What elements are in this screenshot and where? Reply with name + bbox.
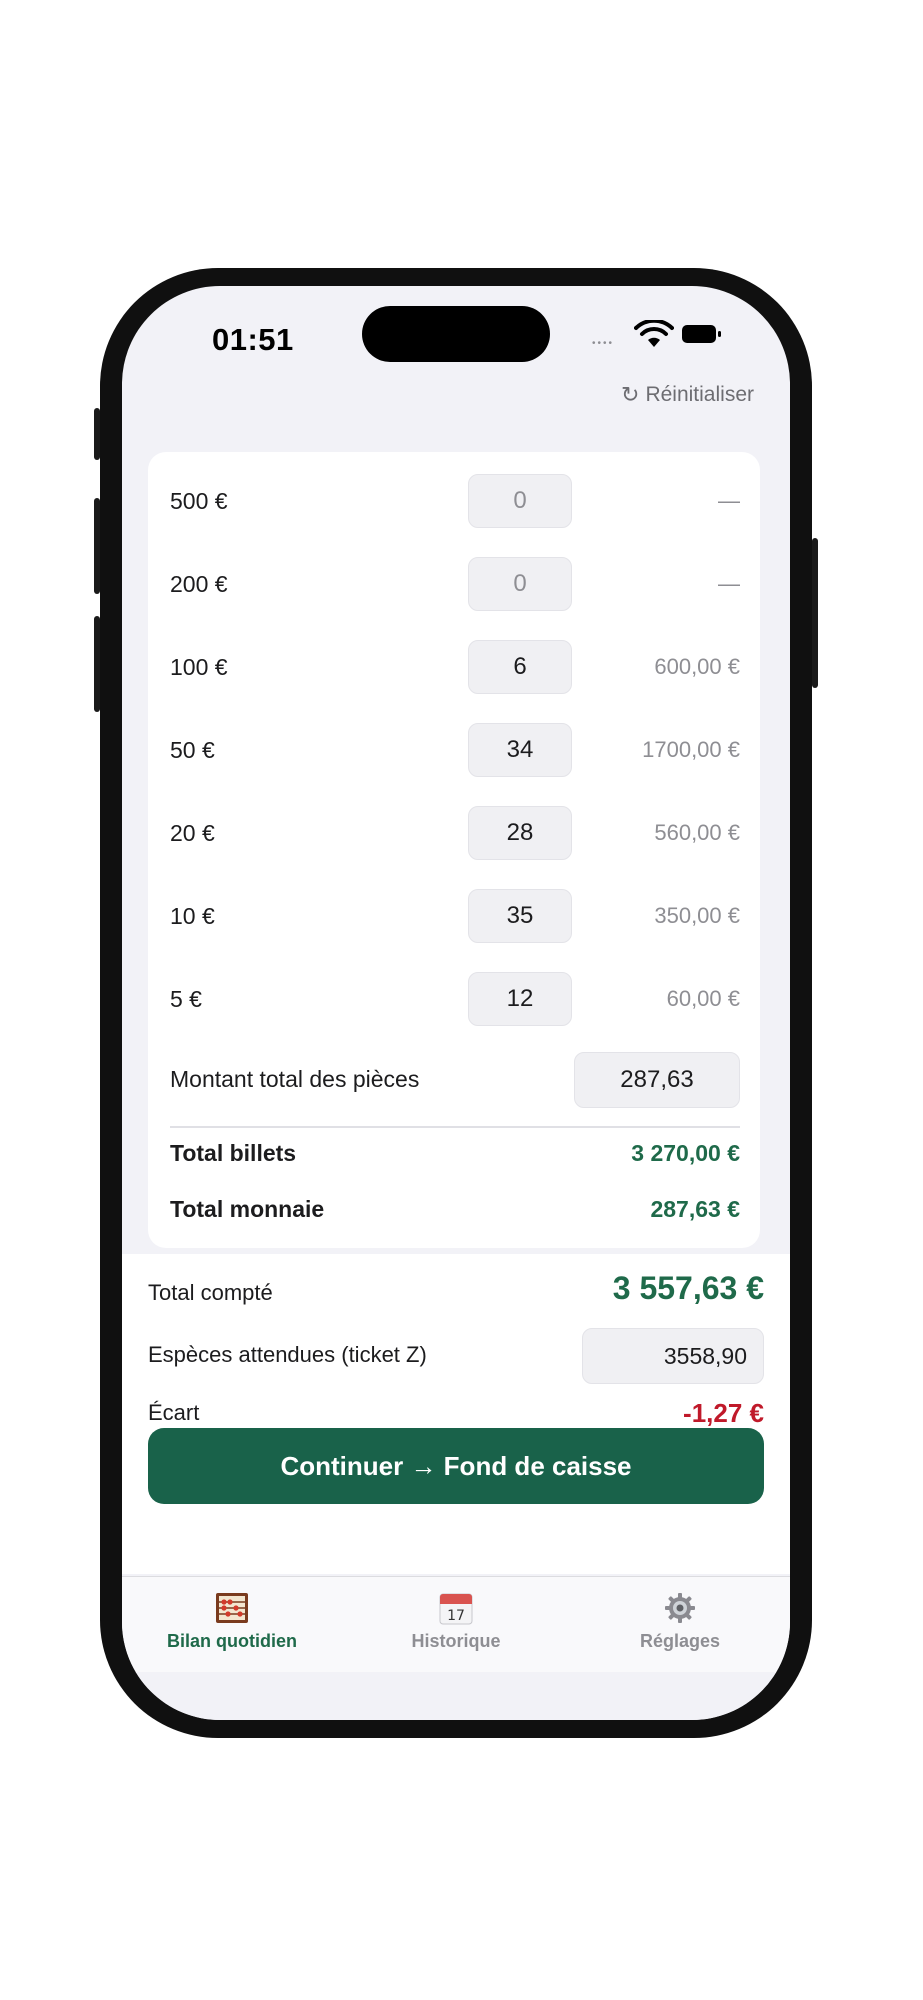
coins-total-input[interactable]: 287,63 — [574, 1052, 740, 1108]
reset-icon: ↻ — [621, 382, 640, 407]
total-bills-value: 3 270,00 € — [631, 1140, 740, 1166]
bill-row-20: 20 € 28 560,00 € — [148, 806, 760, 862]
bill-row-10: 10 € 35 350,00 € — [148, 889, 760, 945]
cellular-signal-icon: •••• — [592, 338, 615, 349]
calendar-day: 17 — [447, 1608, 465, 1624]
bill-quantity-input[interactable]: 34 — [468, 723, 572, 777]
home-indicator-area — [122, 1672, 790, 1720]
status-time: 01:51 — [212, 322, 294, 357]
abacus-icon — [216, 1593, 248, 1623]
total-counted-label: Total compté — [148, 1280, 273, 1305]
bill-amount: 560,00 € — [654, 820, 740, 845]
bill-amount: 600,00 € — [654, 654, 740, 679]
bill-amount: 1700,00 € — [642, 737, 740, 762]
bill-quantity-input[interactable]: 12 — [468, 972, 572, 1026]
bill-label: 500 € — [170, 488, 228, 514]
gap-label: Écart — [148, 1400, 200, 1425]
tab-label: Bilan quotidien — [167, 1631, 297, 1651]
total-coins-label: Total monnaie — [170, 1196, 325, 1222]
tab-bar: Bilan quotidien 17 Historique Réglages — [122, 1576, 790, 1673]
coins-total-row: Montant total des pièces 287,63 — [148, 1052, 760, 1110]
dynamic-island — [362, 306, 550, 362]
bill-label: 20 € — [170, 820, 215, 846]
bill-row-5: 5 € 12 60,00 € — [148, 972, 760, 1028]
tab-label: Historique — [411, 1631, 501, 1651]
bill-row-200: 200 € 0 — — [148, 557, 760, 613]
phone-frame: 01:51 •••• ↻ Réinitialiser 500 € 0 — 200… — [94, 268, 818, 1738]
tab-history[interactable]: 17 Historique — [356, 1591, 556, 1652]
bill-amount: 60,00 € — [666, 986, 740, 1011]
expected-cash-input[interactable]: 3558,90 — [582, 1328, 764, 1384]
power-button — [812, 538, 818, 688]
bill-quantity-input[interactable]: 0 — [468, 557, 572, 611]
bill-row-50: 50 € 34 1700,00 € — [148, 723, 760, 779]
bill-quantity-input[interactable]: 28 — [468, 806, 572, 860]
bill-label: 200 € — [170, 571, 228, 597]
volume-up-button — [94, 498, 100, 594]
volume-down-button — [94, 616, 100, 712]
bill-label: 50 € — [170, 737, 215, 763]
calendar-icon: 17 — [439, 1593, 473, 1625]
total-coins-value: 287,63 € — [650, 1196, 740, 1222]
expected-cash-label: Espèces attendues (ticket Z) — [148, 1342, 427, 1367]
total-bills-label: Total billets — [170, 1140, 297, 1166]
mute-switch — [94, 408, 100, 460]
bill-row-100: 100 € 6 600,00 € — [148, 640, 760, 696]
status-bar: 01:51 •••• — [122, 286, 790, 396]
bill-quantity-input[interactable]: 35 — [468, 889, 572, 943]
bill-quantity-input[interactable]: 0 — [468, 474, 572, 528]
tab-label: Réglages — [639, 1631, 721, 1651]
bill-amount: — — [718, 571, 740, 596]
bill-amount: 350,00 € — [654, 903, 740, 928]
bill-label: 5 € — [170, 986, 202, 1012]
continue-button[interactable]: Continuer → Fond de caisse — [148, 1428, 764, 1504]
total-counted-value: 3 557,63 € — [612, 1270, 764, 1306]
reset-button[interactable]: ↻ Réinitialiser — [621, 382, 754, 408]
expected-cash-row: Espèces attendues (ticket Z) 3558,90 — [148, 1328, 764, 1384]
battery-icon — [682, 325, 721, 343]
app-screen: 01:51 •••• ↻ Réinitialiser 500 € 0 — 200… — [122, 286, 790, 1720]
cash-count-card: 500 € 0 — 200 € 0 — 100 € 6 600,00 € 50 … — [148, 452, 760, 1248]
summary-panel: Total compté 3 557,63 € Espèces attendue… — [122, 1254, 790, 1574]
reset-label: Réinitialiser — [645, 383, 754, 406]
gap-value: -1,27 € — [683, 1398, 764, 1428]
total-coins-row: Total monnaie 287,63 € — [148, 1190, 760, 1230]
total-bills-row: Total billets 3 270,00 € — [148, 1134, 760, 1174]
wifi-icon — [634, 320, 674, 347]
coins-total-label: Montant total des pièces — [170, 1066, 420, 1092]
divider — [170, 1126, 740, 1128]
bill-label: 100 € — [170, 654, 228, 680]
bill-quantity-input[interactable]: 6 — [468, 640, 572, 694]
tab-settings[interactable]: Réglages — [580, 1591, 780, 1652]
total-counted-row: Total compté 3 557,63 € — [148, 1268, 764, 1318]
bill-row-500: 500 € 0 — — [148, 474, 760, 530]
bill-amount: — — [718, 488, 740, 513]
tab-daily-report[interactable]: Bilan quotidien — [132, 1591, 332, 1652]
bill-label: 10 € — [170, 903, 215, 929]
gear-icon — [665, 1593, 695, 1623]
